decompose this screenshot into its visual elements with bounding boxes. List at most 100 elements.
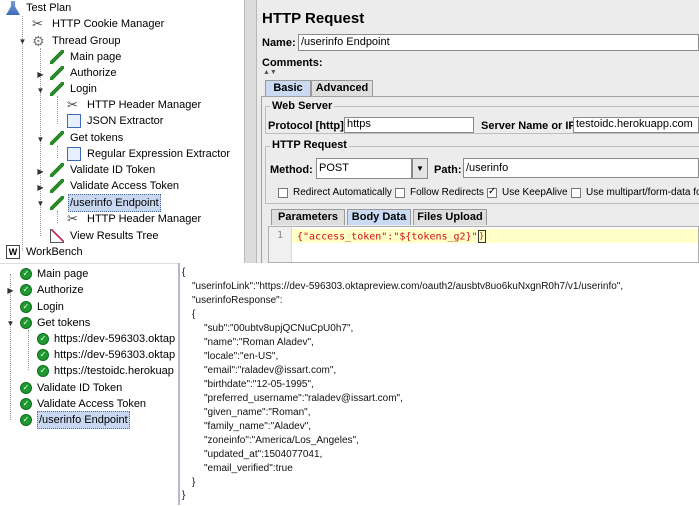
json-line: "name":"Roman Aladev",: [204, 337, 314, 348]
tree-node-header-manager-2[interactable]: ✂ HTTP Header Manager: [67, 211, 203, 227]
web-server-label: Web Server: [270, 100, 335, 112]
json-line: "userinfoResponse":: [192, 295, 283, 306]
method-select[interactable]: POST: [316, 158, 412, 179]
result-validate-id[interactable]: ✓ Validate ID Token: [20, 380, 122, 396]
collapse-icon[interactable]: ▼: [18, 37, 27, 46]
sampler-pipette-icon: [50, 196, 64, 210]
json-line: }: [182, 490, 186, 501]
json-line: "family_name":"Aladev",: [204, 421, 312, 432]
tree-node-header-manager[interactable]: ✂ HTTP Header Manager: [67, 97, 203, 113]
collapse-icon[interactable]: ▼: [6, 319, 15, 328]
expand-icon[interactable]: ▶: [36, 167, 45, 176]
name-field[interactable]: /userinfo Endpoint: [298, 34, 699, 51]
protocol-label: Protocol [http]:: [268, 120, 348, 132]
server-label: Server Name or IP:: [481, 120, 580, 132]
tab-body-data[interactable]: Body Data: [347, 209, 411, 225]
tree-node-validate-access[interactable]: Validate Access Token: [50, 178, 181, 194]
path-field[interactable]: /userinfo: [463, 158, 699, 178]
collapse-icon[interactable]: ▼: [36, 199, 45, 208]
json-line: "given_name":"Roman",: [204, 407, 311, 418]
json-line: "locale":"en-US",: [204, 351, 279, 362]
tree-node-workbench[interactable]: W WorkBench: [6, 244, 85, 260]
tab-files-upload[interactable]: Files Upload: [413, 209, 487, 225]
success-check-icon: ✓: [37, 333, 49, 345]
tree-node-view-results[interactable]: View Results Tree: [50, 228, 160, 244]
result-subrequest-3[interactable]: ✓ https://testoidc.herokuap: [37, 363, 174, 379]
result-login[interactable]: ✓ Login: [20, 299, 64, 315]
results-tree[interactable]: ✓ Main page ▶ ✓ Authorize ✓ Login ▼ ✓ Get to…: [0, 263, 178, 506]
http-request-label: HTTP Request: [270, 139, 349, 151]
sampler-pipette-icon: [50, 163, 64, 177]
panel-splitter[interactable]: [244, 0, 257, 263]
tab-parameters[interactable]: Parameters: [271, 209, 345, 225]
sampler-pipette-icon: [50, 82, 64, 96]
json-line: "userinfoLink":"https://dev-596303.oktap…: [192, 281, 624, 292]
sampler-pipette-icon: [50, 179, 64, 193]
json-line: "email_verified":true: [204, 463, 293, 474]
http-request-panel: HTTP Request Name: /userinfo Endpoint Co…: [257, 0, 699, 263]
result-validate-access[interactable]: ✓ Validate Access Token: [20, 396, 146, 412]
tree-node-authorize[interactable]: Authorize: [50, 65, 118, 81]
tab-basic[interactable]: Basic: [265, 80, 311, 96]
success-check-icon: ✓: [20, 317, 32, 329]
json-line: "zoneinfo":"America/Los_Angeles",: [204, 435, 359, 446]
success-check-icon: ✓: [20, 284, 32, 296]
test-plan-icon: [6, 1, 20, 15]
tree-node-cookie-manager[interactable]: ✂ HTTP Cookie Manager: [32, 16, 166, 32]
success-check-icon: ✓: [20, 414, 32, 426]
chevron-down-icon[interactable]: ▼: [412, 158, 428, 179]
keepalive-checkbox[interactable]: Use KeepAlive: [487, 186, 568, 198]
json-line: "preferred_username":"raladev@issart.com…: [204, 393, 403, 404]
result-authorize[interactable]: ✓ Authorize: [20, 282, 83, 298]
workbench-icon: W: [6, 245, 20, 259]
protocol-field[interactable]: https: [344, 117, 474, 133]
expand-icon[interactable]: ▶: [36, 70, 45, 79]
tree-node-userinfo-endpoint[interactable]: /userinfo Endpoint: [50, 194, 161, 212]
sampler-pipette-icon: [50, 50, 64, 64]
page-title: HTTP Request: [262, 10, 365, 27]
method-label: Method:: [270, 164, 313, 176]
body-data-code[interactable]: {"access_token":"${tokens_g2}"}: [297, 230, 486, 243]
multipart-checkbox[interactable]: Use multipart/form-data for P: [571, 187, 699, 198]
tree-node-login[interactable]: Login: [50, 81, 99, 97]
server-field[interactable]: testoidc.herokuapp.com: [573, 117, 699, 133]
json-line: "birthdate":"12-05-1995",: [204, 379, 314, 390]
extractor-icon: [67, 114, 81, 128]
tree-node-json-extractor[interactable]: JSON Extractor: [67, 113, 165, 129]
text-cursor: }: [477, 230, 486, 243]
name-label: Name:: [262, 37, 296, 49]
scissors-icon: ✂: [67, 97, 78, 112]
result-get-tokens[interactable]: ✓ Get tokens: [20, 315, 90, 331]
tree-node-thread-group[interactable]: ⚙ Thread Group: [32, 33, 122, 49]
collapse-icon[interactable]: ▼: [36, 135, 45, 144]
sampler-pipette-icon: [50, 131, 64, 145]
success-check-icon: ✓: [37, 365, 49, 377]
collapse-icon[interactable]: ▼: [36, 86, 45, 95]
gear-icon: ⚙: [32, 33, 45, 49]
result-main-page[interactable]: ✓ Main page: [20, 266, 88, 282]
expand-icon[interactable]: ▶: [36, 183, 45, 192]
expand-icon[interactable]: ▶: [6, 286, 15, 295]
collapse-arrows-icon[interactable]: ▲▼: [263, 69, 277, 76]
json-line: }: [192, 477, 196, 488]
result-subrequest-1[interactable]: ✓ https://dev-596303.oktap: [37, 331, 175, 347]
json-line: "updated_at":1504077041,: [204, 449, 323, 460]
line-number-gutter: 1: [269, 227, 292, 262]
redirect-auto-checkbox[interactable]: Redirect Automatically: [278, 187, 392, 198]
body-data-editor[interactable]: 1 {"access_token":"${tokens_g2}"}: [268, 226, 699, 263]
test-plan-tree[interactable]: Test Plan ✂ HTTP Cookie Manager ▼ ⚙ Thre…: [0, 0, 244, 263]
result-userinfo-endpoint[interactable]: ✓/userinfo Endpoint: [20, 411, 130, 429]
response-data-view[interactable]: { "userinfoLink":"https://dev-596303.okt…: [178, 263, 699, 505]
follow-redirects-checkbox[interactable]: Follow Redirects: [395, 187, 484, 198]
success-check-icon: ✓: [20, 301, 32, 313]
tree-node-test-plan[interactable]: Test Plan: [6, 0, 73, 16]
result-subrequest-2[interactable]: ✓ https://dev-596303.oktap: [37, 347, 175, 363]
tab-advanced[interactable]: Advanced: [311, 80, 373, 96]
scissors-icon: ✂: [32, 16, 43, 31]
tree-node-get-tokens[interactable]: Get tokens: [50, 130, 125, 146]
tree-node-regex-extractor[interactable]: Regular Expression Extractor: [67, 146, 232, 162]
json-line: "sub":"00ubtv8upjQCNuCpU0h7",: [204, 323, 354, 334]
tree-node-main-page[interactable]: Main page: [50, 49, 123, 65]
tree-node-validate-id[interactable]: Validate ID Token: [50, 162, 157, 178]
json-line: "email":"raladev@issart.com",: [204, 365, 337, 376]
